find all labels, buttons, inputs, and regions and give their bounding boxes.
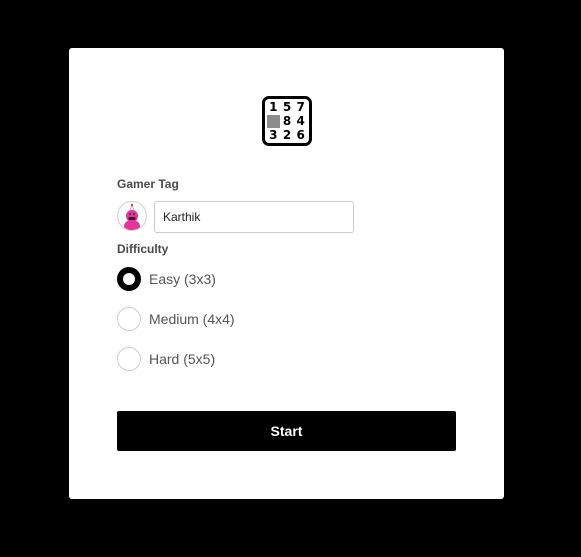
logo-cell: 8: [282, 114, 292, 128]
difficulty-option-hard[interactable]: Hard (5x5): [117, 347, 215, 371]
logo-cell: 3: [269, 128, 278, 142]
radio-button-easy[interactable]: [117, 267, 141, 291]
difficulty-option-label: Hard (5x5): [149, 351, 216, 367]
difficulty-option-easy[interactable]: Easy (3x3): [117, 267, 216, 291]
difficulty-option-label: Easy (3x3): [149, 271, 216, 287]
pink-character-avatar-icon: [124, 203, 140, 230]
difficulty-option-medium[interactable]: Medium (4x4): [117, 307, 235, 331]
radio-button-hard[interactable]: [117, 347, 141, 371]
logo-cell-blank: [267, 115, 280, 128]
logo-cell: 4: [296, 114, 305, 128]
radio-button-medium[interactable]: [117, 307, 141, 331]
difficulty-label: Difficulty: [117, 242, 169, 256]
difficulty-option-label: Medium (4x4): [149, 311, 235, 327]
logo-cell: 1: [269, 100, 278, 114]
avatar[interactable]: [117, 201, 147, 231]
setup-card: 1 5 7 8 4 3 2 6 Gamer Tag Difficulty Eas: [69, 48, 504, 499]
sudoku-logo-icon: 1 5 7 8 4 3 2 6: [262, 96, 312, 146]
logo-cell: 7: [296, 100, 305, 114]
start-button[interactable]: Start: [117, 411, 456, 451]
logo-cell: 2: [282, 128, 292, 142]
gamer-tag-label: Gamer Tag: [117, 177, 179, 191]
logo-cell: 6: [296, 128, 305, 142]
gamer-tag-input[interactable]: [154, 201, 354, 233]
logo-cell: 5: [282, 100, 292, 114]
